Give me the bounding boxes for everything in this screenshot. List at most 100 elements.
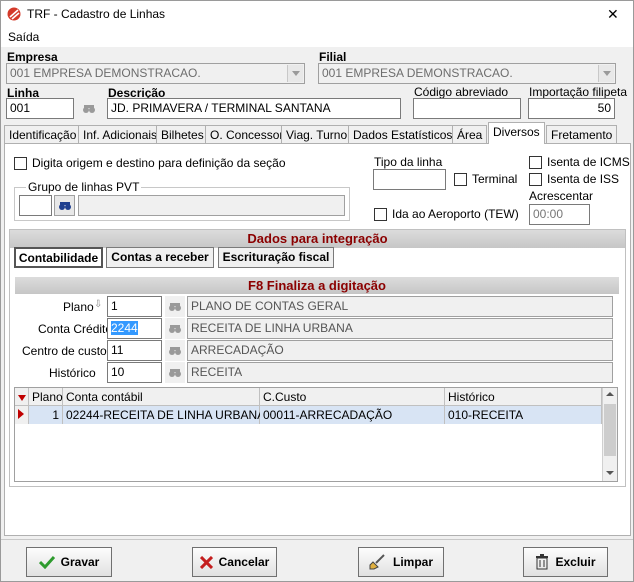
main-window: TRF - Cadastro de Linhas ✕ Saída Empresa… xyxy=(0,0,634,582)
binoculars-icon[interactable] xyxy=(165,296,185,317)
codigo-abreviado-label: Código abreviado xyxy=(414,85,509,99)
menu-item-saida[interactable]: Saída xyxy=(8,30,39,44)
broom-icon xyxy=(369,554,385,570)
conta-credito-selected-text: 2244 xyxy=(111,321,138,335)
descricao-input[interactable]: JD. PRIMAVERA / TERMINAL SANTANA xyxy=(107,98,401,119)
plano-label: Plano xyxy=(63,300,94,314)
integracao-title: Dados para integração xyxy=(10,230,625,248)
tab-fretamento[interactable]: Fretamento xyxy=(546,125,618,144)
scroll-down-icon[interactable] xyxy=(606,471,614,475)
plano-code-input[interactable]: 1 xyxy=(107,296,162,317)
conta-credito-desc-field: RECEITA DE LINHA URBANA xyxy=(187,318,613,339)
isenta-icms-label: Isenta de ICMS xyxy=(547,155,630,169)
gravar-label: Gravar xyxy=(60,555,100,569)
binoculars-glyph xyxy=(169,368,181,377)
excluir-label: Excluir xyxy=(555,555,596,569)
acrescentar-input[interactable]: 00:00 xyxy=(529,204,590,225)
tab-area[interactable]: Área xyxy=(452,125,488,144)
codigo-abreviado-input[interactable] xyxy=(413,98,521,119)
grid-header-conta[interactable]: Conta contábil xyxy=(63,388,260,406)
limpar-button[interactable]: Limpar xyxy=(358,547,444,577)
isenta-iss-checkbox[interactable] xyxy=(529,173,542,186)
tipo-linha-label: Tipo da linha xyxy=(374,155,443,169)
grupo-pvt-desc-field xyxy=(78,195,345,216)
menu-bar: Saída xyxy=(1,27,633,47)
grid-header-historico[interactable]: Histórico xyxy=(445,388,602,406)
binoculars-glyph xyxy=(58,201,71,210)
grupo-pvt-code-input[interactable] xyxy=(19,195,52,216)
row-pointer-icon xyxy=(15,406,29,424)
tab-o-concessor[interactable]: O. Concessor xyxy=(205,125,289,144)
plano-desc-field: PLANO DE CONTAS GERAL xyxy=(187,296,613,317)
acrescentar-label: Acrescentar xyxy=(529,189,594,203)
binoculars-icon[interactable] xyxy=(79,98,99,119)
gravar-button[interactable]: Gravar xyxy=(26,547,112,577)
isenta-icms-checkbox[interactable] xyxy=(529,156,542,169)
binoculars-glyph xyxy=(169,324,181,333)
centro-custos-desc-field: ARRECADAÇÃO xyxy=(187,340,613,361)
scroll-thumb[interactable] xyxy=(604,404,616,456)
tab-identificacao[interactable]: Identificação xyxy=(4,125,82,144)
tipo-linha-input[interactable] xyxy=(373,169,446,190)
historico-code-input[interactable]: 10 xyxy=(107,362,162,383)
centro-custos-label: Centro de custos xyxy=(22,344,113,358)
finaliza-digitacao-title: F8 Finaliza a digitação xyxy=(15,277,619,294)
cancelar-button[interactable]: Cancelar xyxy=(192,547,277,577)
window-title: TRF - Cadastro de Linhas xyxy=(27,7,166,21)
subtab-escrituracao-fiscal[interactable]: Escrituração fiscal xyxy=(218,247,334,268)
grid-cell-historico[interactable]: 010-RECEITA xyxy=(445,406,602,424)
filial-select[interactable]: 001 EMPRESA DEMONSTRACAO. xyxy=(318,63,616,84)
close-icon[interactable]: ✕ xyxy=(607,6,619,23)
grid-header-ccusto[interactable]: C.Custo xyxy=(260,388,445,406)
binoculars-icon[interactable] xyxy=(54,195,75,216)
centro-custos-code-input[interactable]: 11 xyxy=(107,340,162,361)
grid-cell-plano[interactable]: 1 xyxy=(29,406,63,424)
terminal-label: Terminal xyxy=(472,172,518,186)
importacao-filipeta-input[interactable]: 50 xyxy=(528,98,615,119)
grid-scrollbar[interactable] xyxy=(602,388,617,481)
grid-header-plano[interactable]: Plano xyxy=(29,388,63,406)
isenta-iss-label: Isenta de ISS xyxy=(547,172,620,186)
tab-dados-estatisticos[interactable]: Dados Estatísticos xyxy=(348,125,458,144)
tab-inf-adicionais[interactable]: Inf. Adicionais xyxy=(78,125,163,144)
excluir-button[interactable]: Excluir xyxy=(523,547,608,577)
binoculars-icon[interactable] xyxy=(165,318,185,339)
grupo-pvt-label: Grupo de linhas PVT xyxy=(26,180,142,194)
grid-cell-conta[interactable]: 02244-RECEITA DE LINHA URBANA xyxy=(63,406,265,424)
subtab-contabilidade[interactable]: Contabilidade xyxy=(14,247,103,268)
contabil-grid[interactable]: Plano Conta contábil C.Custo Histórico 1… xyxy=(14,387,618,482)
conta-credito-code-input[interactable]: 2244 xyxy=(107,318,162,339)
check-icon xyxy=(38,555,55,569)
trash-icon xyxy=(536,554,549,570)
digita-origem-checkbox[interactable] xyxy=(14,157,27,170)
historico-label: Histórico xyxy=(49,366,96,380)
chevron-down-icon xyxy=(287,65,303,82)
terminal-checkbox[interactable] xyxy=(454,173,467,186)
title-bar: TRF - Cadastro de Linhas ✕ xyxy=(1,1,633,27)
empresa-label: Empresa xyxy=(7,50,58,64)
conta-credito-label: Conta Crédito xyxy=(38,322,113,336)
empresa-select[interactable]: 001 EMPRESA DEMONSTRACAO. xyxy=(6,63,305,84)
limpar-label: Limpar xyxy=(392,555,433,569)
chevron-down-icon xyxy=(598,65,614,82)
binoculars-icon[interactable] xyxy=(165,362,185,383)
binoculars-icon[interactable] xyxy=(165,340,185,361)
arrow-down-icon: ⇩ xyxy=(94,299,103,310)
tab-viag-turno[interactable]: Viag. Turno xyxy=(281,125,353,144)
tab-bilhetes[interactable]: Bilhetes xyxy=(156,125,209,144)
grid-cell-ccusto[interactable]: 00011-ARRECADAÇÃO xyxy=(260,406,445,424)
subtab-contas-receber[interactable]: Contas a receber xyxy=(106,247,214,268)
grid-indicator-header xyxy=(15,388,29,406)
importacao-filipeta-label: Importação filipeta xyxy=(529,85,628,99)
linha-input[interactable]: 001 xyxy=(6,98,74,119)
binoculars-glyph xyxy=(169,302,181,311)
cancelar-label: Cancelar xyxy=(218,555,270,569)
digita-origem-label: Digita origem e destino para definição d… xyxy=(32,156,286,170)
tab-diversos[interactable]: Diversos xyxy=(488,122,545,144)
historico-desc-field: RECEITA xyxy=(187,362,613,383)
row-arrow-glyph xyxy=(18,409,24,419)
ida-aeroporto-checkbox[interactable] xyxy=(374,208,387,221)
sort-indicator-icon xyxy=(18,395,26,401)
scroll-up-icon[interactable] xyxy=(606,392,614,396)
footer-divider xyxy=(1,539,633,540)
